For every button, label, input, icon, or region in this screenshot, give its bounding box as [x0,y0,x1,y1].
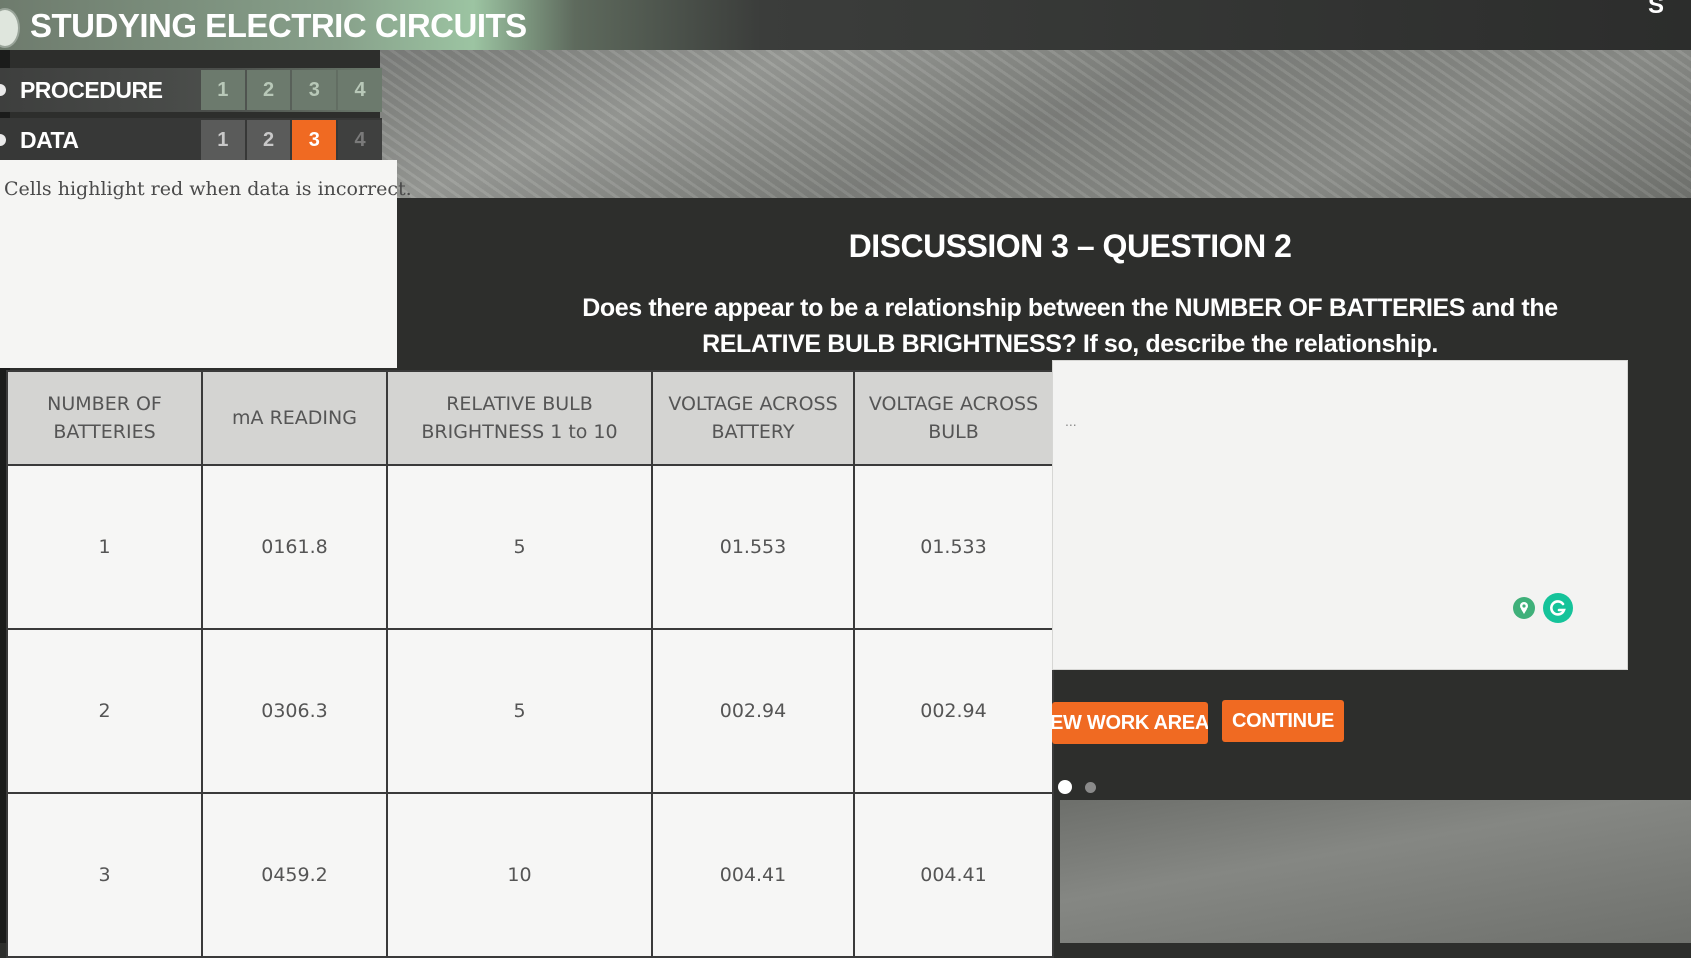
cell-voltage-battery[interactable]: 004.41 [651,792,855,958]
pager-dot[interactable] [1085,782,1096,793]
cell-voltage-battery[interactable]: 01.553 [651,464,855,630]
bullet-icon [0,84,6,96]
answer-ellipsis: ... [1065,413,1077,429]
location-pin-icon[interactable] [1513,597,1535,619]
cell-brightness[interactable]: 5 [386,464,653,630]
data-step-3[interactable]: 3 [292,120,337,160]
bullet-icon [0,134,6,146]
header-ma-reading: mA READING [201,370,388,466]
data-step-4[interactable]: 4 [338,120,382,160]
app-title: STUDYING ELECTRIC CIRCUITS [30,7,527,44]
procedure-label: PROCEDURE [19,76,163,103]
table-row: 1 0161.8 5 01.553 01.533 [6,464,1054,630]
table-header-row: NUMBER OF BATTERIES mA READING RELATIVE … [6,370,1054,466]
data-note-panel: Cells highlight red when data is incorre… [0,160,412,368]
progress-row-procedure: PROCEDURE 1 2 3 4 [0,68,382,112]
data-step-1[interactable]: 1 [200,120,245,160]
cell-voltage-bulb[interactable]: 01.533 [853,464,1054,630]
cell-voltage-bulb[interactable]: 004.41 [853,792,1054,958]
grammarly-glyph [1550,600,1566,616]
data-step-2[interactable]: 2 [246,120,291,160]
cell-voltage-bulb[interactable]: 002.94 [853,628,1054,794]
table-row: 2 0306.3 5 002.94 002.94 [6,628,1054,794]
cell-ma-reading[interactable]: 0306.3 [201,628,388,794]
work-area-label: EW WORK AREA [1052,711,1208,734]
cell-batteries: 3 [6,792,203,958]
view-work-area-button[interactable]: EW WORK AREA [1052,702,1208,744]
cell-brightness[interactable]: 10 [386,792,653,958]
procedure-step-2[interactable]: 2 [246,70,291,110]
header-relative-bulb-brightness: RELATIVE BULB BRIGHTNESS 1 to 10 [386,370,653,466]
continue-button[interactable]: CONTINUE [1222,700,1344,742]
grammarly-icon[interactable] [1543,593,1573,623]
cell-batteries: 2 [6,628,203,794]
data-label: DATA [19,126,79,153]
procedure-step-4[interactable]: 4 [338,70,382,110]
background-texture-bottom [1060,800,1691,943]
table-row: 3 0459.2 10 004.41 004.41 [6,792,1054,958]
pager-dot-active[interactable] [1058,780,1072,794]
pin-glyph [1520,602,1528,614]
header-voltage-across-battery: VOLTAGE ACROSS BATTERY [651,370,855,466]
answer-textarea[interactable]: ... [1052,360,1628,670]
data-table: NUMBER OF BATTERIES mA READING RELATIVE … [6,370,1054,958]
corner-letter: S [1648,0,1665,19]
background-texture [380,48,1691,198]
discussion-heading: DISCUSSION 3 – QUESTION 2 [848,228,1292,264]
cell-voltage-battery[interactable]: 002.94 [651,628,855,794]
header-number-of-batteries: NUMBER OF BATTERIES [6,370,203,466]
progress-row-data: DATA 1 2 3 4 [0,118,382,162]
procedure-step-1[interactable]: 1 [200,70,245,110]
cell-ma-reading[interactable]: 0459.2 [201,792,388,958]
discussion-question: Does there appear to be a relationship b… [582,294,1558,358]
cell-brightness[interactable]: 5 [386,628,653,794]
cell-batteries: 1 [6,464,203,630]
data-note-text: Cells highlight red when data is incorre… [4,178,412,200]
cell-ma-reading[interactable]: 0161.8 [201,464,388,630]
procedure-step-3[interactable]: 3 [292,70,337,110]
header-voltage-across-bulb: VOLTAGE ACROSS BULB [853,370,1054,466]
